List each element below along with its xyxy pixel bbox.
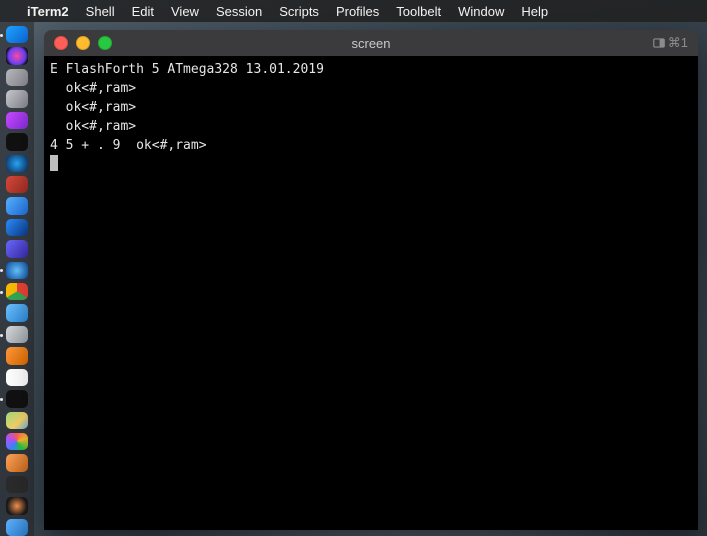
xcode-icon[interactable] <box>6 219 28 236</box>
running-indicator <box>0 291 3 294</box>
calendar-icon[interactable] <box>6 369 28 386</box>
menu-toolbelt[interactable]: Toolbelt <box>396 4 441 19</box>
menu-view[interactable]: View <box>171 4 199 19</box>
mail-icon[interactable] <box>6 197 28 214</box>
launchpad-icon[interactable] <box>6 69 28 86</box>
terminal-window: screen ⌘1 E FlashForth 5 ATmega328 13.01… <box>44 30 698 530</box>
running-indicator <box>0 398 3 401</box>
mac-menubar: iTerm2 Shell Edit View Session Scripts P… <box>0 0 707 22</box>
menu-shell[interactable]: Shell <box>86 4 115 19</box>
maps-icon[interactable] <box>6 412 28 429</box>
window-shortcut-indicator: ⌘1 <box>652 30 688 56</box>
dictionary-icon[interactable] <box>6 176 28 193</box>
terminal-line <box>50 155 692 175</box>
folder-icon[interactable] <box>6 519 28 536</box>
window-zoom-button[interactable] <box>98 36 112 50</box>
terminal-body[interactable]: E FlashForth 5 ATmega328 13.01.2019 ok<#… <box>44 56 698 530</box>
app2-icon[interactable] <box>6 454 28 471</box>
window-traffic-lights <box>44 36 112 50</box>
menu-window[interactable]: Window <box>458 4 504 19</box>
color-app-icon[interactable] <box>6 433 28 450</box>
finder-icon[interactable] <box>6 26 28 43</box>
terminal-cursor <box>50 155 58 171</box>
calculator-icon[interactable] <box>6 347 28 364</box>
appletv-icon[interactable] <box>6 133 28 150</box>
terminal-line: E FlashForth 5 ATmega328 13.01.2019 <box>50 60 692 79</box>
siri-icon[interactable] <box>6 47 28 64</box>
app-menu[interactable]: iTerm2 <box>27 4 69 19</box>
menu-session[interactable]: Session <box>216 4 262 19</box>
window-title: screen <box>44 36 698 51</box>
safari-dev-icon[interactable] <box>6 155 28 172</box>
running-indicator <box>0 334 3 337</box>
window-titlebar[interactable]: screen ⌘1 <box>44 30 698 56</box>
window-minimize-button[interactable] <box>76 36 90 50</box>
app1-icon[interactable] <box>6 240 28 257</box>
spark-icon[interactable] <box>6 497 28 514</box>
system-prefs-icon[interactable] <box>6 90 28 107</box>
app3-icon[interactable] <box>6 476 28 493</box>
window-close-button[interactable] <box>54 36 68 50</box>
panel-toggle-icon <box>652 36 666 50</box>
menu-profiles[interactable]: Profiles <box>336 4 379 19</box>
terminal-line: ok<#,ram> <box>50 79 692 98</box>
safari-icon[interactable] <box>6 262 28 279</box>
terminal-line: 4 5 + . 9 ok<#,ram> <box>50 136 692 155</box>
running-indicator <box>0 269 3 272</box>
terminal-line: ok<#,ram> <box>50 117 692 136</box>
folder-blue-icon[interactable] <box>6 304 28 321</box>
preview-icon[interactable] <box>6 326 28 343</box>
terminal-line: ok<#,ram> <box>50 98 692 117</box>
chrome-icon[interactable] <box>6 283 28 300</box>
menu-edit[interactable]: Edit <box>132 4 154 19</box>
menu-help[interactable]: Help <box>521 4 548 19</box>
dock <box>0 22 34 536</box>
iterm2-icon[interactable] <box>6 390 28 407</box>
running-indicator <box>0 34 3 37</box>
podcasts-icon[interactable] <box>6 112 28 129</box>
menu-scripts[interactable]: Scripts <box>279 4 319 19</box>
